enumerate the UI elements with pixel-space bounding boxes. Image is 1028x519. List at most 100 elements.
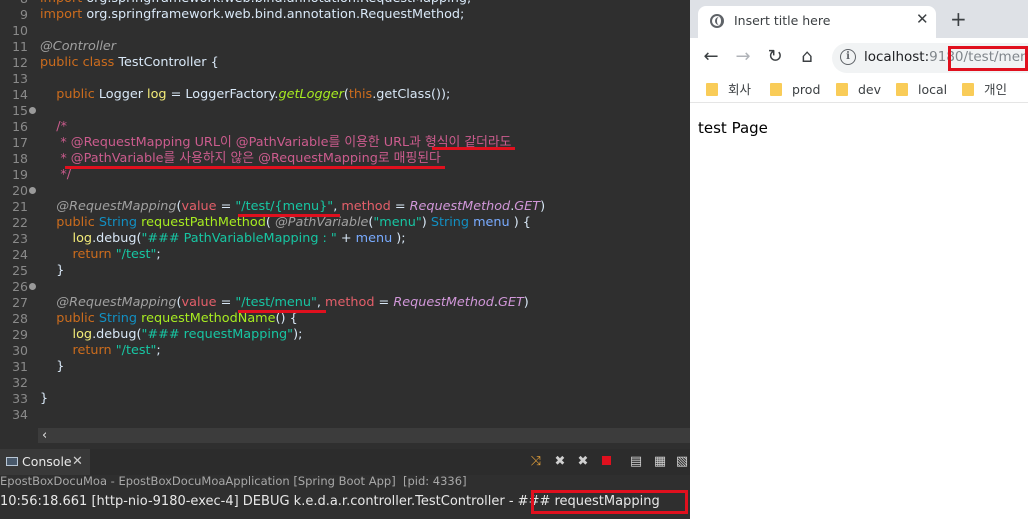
remove-all-icon[interactable]: ✖	[575, 454, 591, 470]
annotation-underline	[432, 147, 515, 150]
page-content: test Page	[698, 119, 768, 137]
console-process-status: EpostBoxDocuMoa - EpostBoxDocuMoaApplica…	[0, 474, 467, 488]
code-editor[interactable]: 8 import org.springframework.web.bind.ann…	[0, 0, 690, 443]
line-number: 11	[12, 39, 28, 54]
code-line[interactable]: 33}	[0, 391, 690, 407]
code-line[interactable]: 9 import org.springframework.web.bind.ann…	[0, 7, 690, 23]
browser-tab[interactable]: Insert title here ✕	[698, 6, 936, 38]
line-number: 24	[12, 247, 28, 262]
pin-icon[interactable]: ⤨	[528, 454, 544, 470]
line-number: 20	[12, 183, 28, 198]
line-number: 32	[12, 375, 28, 390]
scroll-lock-icon[interactable]: ▦	[652, 454, 668, 470]
code-line[interactable]: 16 /*	[0, 119, 690, 135]
code-line[interactable]: 18 * @PathVariable를 사용하지 않은 @RequestMapp…	[0, 151, 690, 167]
bookmarks-bar: 회사 prod dev local 개인	[690, 78, 1028, 103]
code-text: }	[40, 391, 49, 406]
new-tab-button[interactable]: +	[950, 9, 967, 29]
line-number: 23	[12, 231, 28, 246]
code-line[interactable]: 26	[0, 279, 690, 295]
line-number: 10	[12, 23, 28, 38]
line-number: 21	[12, 199, 28, 214]
code-line[interactable]: 34	[0, 407, 690, 423]
code-text: log.debug("### requestMapping");	[40, 327, 303, 342]
scroll-left-icon[interactable]: ‹	[42, 428, 47, 443]
code-line[interactable]: 27 @RequestMapping(value = "/test/menu",…	[0, 295, 690, 311]
code-line[interactable]: 23 log.debug("### PathVariableMapping : …	[0, 231, 690, 247]
line-number: 34	[12, 407, 28, 422]
close-icon[interactable]: ✕	[916, 10, 929, 28]
fold-icon[interactable]	[29, 107, 36, 114]
reload-icon[interactable]: ↻	[764, 46, 786, 68]
code-text: public Logger log = LoggerFactory.getLog…	[40, 87, 451, 102]
code-line[interactable]: 32	[0, 375, 690, 391]
code-text: /*	[40, 119, 67, 134]
line-number: 12	[12, 55, 28, 70]
code-text: log.debug("### PathVariableMapping : " +…	[40, 231, 406, 246]
console-tab-label: Console	[22, 454, 72, 469]
code-line[interactable]: 14 public Logger log = LoggerFactory.get…	[0, 87, 690, 103]
horizontal-scrollbar[interactable]: ‹	[38, 428, 690, 443]
line-number: 15	[12, 103, 28, 118]
back-icon[interactable]: ←	[700, 46, 722, 68]
code-line[interactable]: 29 log.debug("### requestMapping");	[0, 327, 690, 343]
fold-icon[interactable]	[29, 187, 36, 194]
home-icon[interactable]: ⌂	[796, 46, 818, 68]
code-text: }	[40, 263, 65, 278]
url-highlight-box	[948, 46, 1028, 71]
code-line[interactable]: 30 return "/test";	[0, 343, 690, 359]
line-number: 22	[12, 215, 28, 230]
word-wrap-icon[interactable]: ▧	[674, 454, 690, 470]
line-number: 25	[12, 263, 28, 278]
tab-title: Insert title here	[734, 13, 831, 28]
code-line[interactable]: 19 */	[0, 167, 690, 183]
line-number: 26	[12, 279, 28, 294]
close-icon[interactable]: ✕	[72, 449, 83, 475]
code-line[interactable]: 21 @RequestMapping(value = "/test/{menu}…	[0, 199, 690, 215]
code-text: import org.springframework.web.bind.anno…	[40, 7, 465, 22]
line-number: 28	[12, 311, 28, 326]
line-number: 9	[20, 7, 28, 22]
code-line[interactable]: 10	[0, 23, 690, 39]
console-tabbar: Console ✕ ⤨ ✖ ✖ ▤ ▦ ▧	[0, 449, 690, 475]
code-line[interactable]: 24 return "/test";	[0, 247, 690, 263]
browser-tabstrip: Insert title here ✕ +	[690, 0, 1028, 38]
code-line[interactable]: 8 import org.springframework.web.bind.ann…	[0, 0, 690, 7]
line-number: 8	[0, 0, 28, 7]
tab-console[interactable]: Console ✕	[0, 449, 90, 475]
code-text: * @PathVariable를 사용하지 않은 @RequestMapping…	[40, 151, 441, 166]
fold-icon[interactable]	[29, 283, 36, 290]
browser-window: Insert title here ✕ + ← → ↻ ⌂ i localhos…	[690, 0, 1028, 519]
code-line[interactable]: 20	[0, 183, 690, 199]
console-view: Console ✕ ⤨ ✖ ✖ ▤ ▦ ▧ EpostBoxDocuMoa - …	[0, 443, 690, 519]
code-text: @RequestMapping(value = "/test/{menu}", …	[40, 199, 546, 214]
code-text: @Controller	[40, 39, 117, 54]
folder-icon	[962, 83, 974, 96]
line-number: 16	[12, 119, 28, 134]
line-number: 29	[12, 327, 28, 342]
code-line[interactable]: 28 public String requestMethodName() {	[0, 311, 690, 327]
code-text: return "/test";	[40, 343, 161, 358]
code-line[interactable]: 17 * @RequestMapping URL이 @PathVariable를…	[0, 135, 690, 151]
code-line[interactable]: 31 }	[0, 359, 690, 375]
log-highlight-box	[531, 490, 688, 514]
globe-icon	[710, 14, 724, 28]
code-line[interactable]: 25 }	[0, 263, 690, 279]
forward-icon[interactable]: →	[732, 46, 754, 68]
code-line[interactable]: 13	[0, 71, 690, 87]
terminate-icon[interactable]	[598, 454, 614, 470]
line-number: 17	[12, 135, 28, 150]
code-line[interactable]: 12 public class TestController {	[0, 55, 690, 71]
code-line[interactable]: 15	[0, 103, 690, 119]
folder-icon	[770, 83, 782, 96]
code-text: @RequestMapping(value = "/test/menu", me…	[40, 295, 529, 310]
clear-console-icon[interactable]: ▤	[628, 454, 644, 470]
code-line[interactable]: 11 @Controller	[0, 39, 690, 55]
info-icon[interactable]: i	[840, 49, 856, 65]
code-text: */	[40, 167, 72, 182]
line-number: 13	[12, 71, 28, 86]
annotation-underline	[65, 166, 445, 169]
remove-launch-icon[interactable]: ✖	[552, 454, 568, 470]
code-line[interactable]: 22 public String requestPathMethod( @Pat…	[0, 215, 690, 231]
code-text: }	[40, 359, 65, 374]
